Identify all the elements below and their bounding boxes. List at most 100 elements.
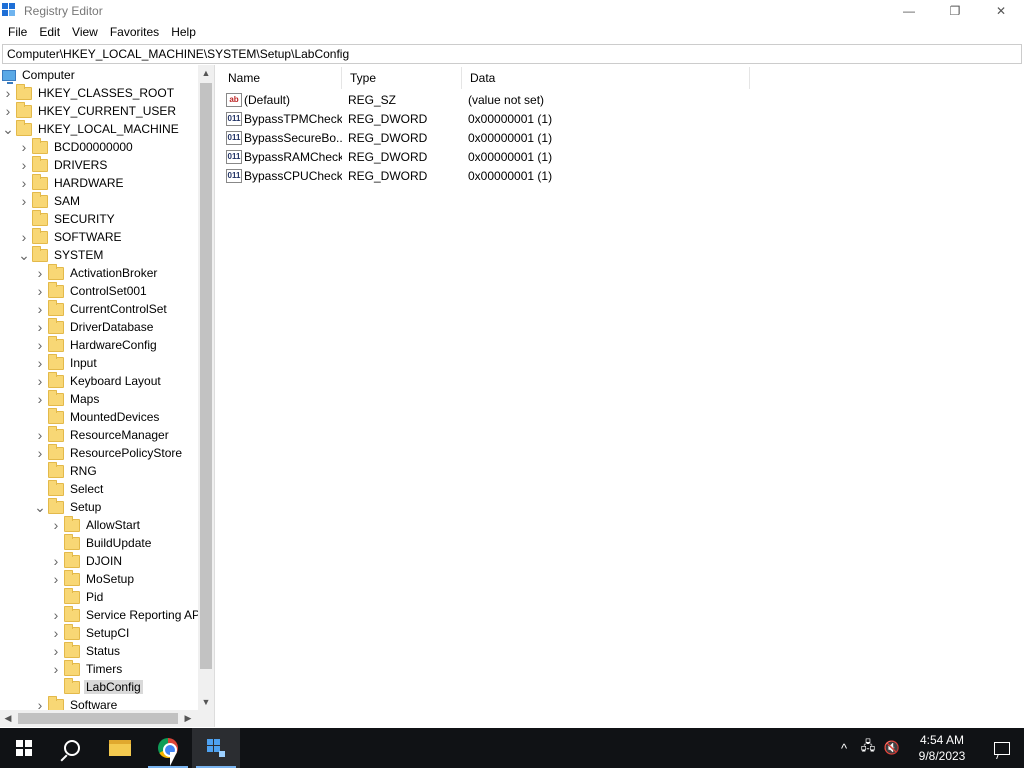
chevron-right-icon[interactable]: › — [2, 102, 14, 120]
close-button[interactable]: ✕ — [978, 0, 1024, 22]
network-icon[interactable]: 🖧 — [856, 728, 880, 768]
chevron-right-icon[interactable]: › — [18, 228, 30, 246]
file-explorer-button[interactable] — [96, 728, 144, 768]
menu-edit[interactable]: Edit — [33, 25, 66, 39]
tree-item[interactable]: LabConfig — [50, 677, 143, 696]
tree-item[interactable]: › Input — [34, 353, 99, 372]
chevron-right-icon[interactable]: › — [18, 174, 30, 192]
scroll-up-icon[interactable]: ▲ — [198, 65, 214, 81]
chevron-right-icon[interactable]: › — [34, 444, 46, 462]
tree-item[interactable]: › DriverDatabase — [34, 317, 155, 336]
column-header-name[interactable]: Name — [220, 67, 342, 89]
chevron-right-icon[interactable]: › — [2, 84, 14, 102]
chevron-right-icon[interactable]: › — [34, 390, 46, 408]
chevron-right-icon[interactable]: › — [34, 426, 46, 444]
chevron-right-icon[interactable]: › — [34, 354, 46, 372]
tree-horizontal-scrollbar[interactable]: ◀ ▶ — [0, 710, 214, 727]
chevron-right-icon[interactable]: › — [50, 624, 62, 642]
tree-item[interactable]: ⌄ Setup — [34, 497, 103, 516]
tree-item[interactable]: › ActivationBroker — [34, 263, 159, 282]
value-row[interactable]: 011 BypassRAMCheck REG_DWORD 0x00000001 (1) — [220, 147, 750, 166]
tree-item[interactable]: SECURITY — [18, 209, 117, 228]
chevron-right-icon[interactable]: › — [34, 696, 46, 710]
show-hidden-icons-icon[interactable]: ^ — [832, 728, 856, 768]
chevron-right-icon[interactable]: › — [34, 300, 46, 318]
value-row[interactable]: 011 BypassSecureBo... REG_DWORD 0x00000001 … — [220, 128, 750, 147]
tree-item[interactable]: ⌄ SYSTEM — [18, 245, 105, 264]
chevron-right-icon[interactable]: › — [18, 192, 30, 210]
chevron-right-icon[interactable]: › — [50, 642, 62, 660]
tree-item[interactable]: › DRIVERS — [18, 155, 109, 174]
tree-item[interactable]: › Maps — [34, 389, 101, 408]
notification-center-button[interactable] — [980, 728, 1024, 768]
tree-item[interactable]: BuildUpdate — [50, 533, 153, 552]
clock[interactable]: 4:54 AM 9/8/2023 — [904, 732, 980, 764]
tree-item[interactable]: › HKEY_CLASSES_ROOT — [2, 83, 176, 102]
tree-item[interactable]: › MoSetup — [50, 569, 136, 588]
tree-item[interactable]: › DJOIN — [50, 551, 124, 570]
chevron-down-icon[interactable]: ⌄ — [18, 246, 30, 264]
chevron-down-icon[interactable]: ⌄ — [34, 498, 46, 516]
chevron-right-icon[interactable]: › — [50, 660, 62, 678]
chevron-right-icon[interactable]: › — [18, 156, 30, 174]
scroll-left-icon[interactable]: ◀ — [0, 710, 16, 727]
tree-item[interactable]: › Keyboard Layout — [34, 371, 163, 390]
tree-item[interactable]: › AllowStart — [50, 515, 142, 534]
value-row[interactable]: ab (Default) REG_SZ (value not set) — [220, 90, 750, 109]
tree-item[interactable]: › HKEY_CURRENT_USER — [2, 101, 178, 120]
tree-item[interactable]: › SAM — [18, 191, 82, 210]
tree-item[interactable]: › HARDWARE — [18, 173, 126, 192]
menu-favorites[interactable]: Favorites — [104, 25, 165, 39]
maximize-button[interactable]: ❐ — [932, 0, 978, 22]
chevron-right-icon[interactable]: › — [50, 552, 62, 570]
chevron-right-icon[interactable]: › — [34, 336, 46, 354]
address-bar[interactable]: Computer\HKEY_LOCAL_MACHINE\SYSTEM\Setup… — [2, 44, 1022, 64]
tree-item[interactable]: Select — [34, 479, 105, 498]
tree-item[interactable]: › Status — [50, 641, 122, 660]
scroll-thumb[interactable] — [200, 83, 212, 669]
tree-vertical-scrollbar[interactable]: ▲ ▼ — [198, 65, 214, 710]
minimize-button[interactable]: — — [886, 0, 932, 22]
tree-item[interactable]: › Software — [34, 695, 119, 710]
chevron-right-icon[interactable]: › — [34, 264, 46, 282]
chrome-button[interactable] — [144, 728, 192, 768]
tree-item[interactable]: Computer — [0, 66, 77, 84]
chevron-right-icon[interactable]: › — [34, 318, 46, 336]
tree-item[interactable]: › Timers — [50, 659, 124, 678]
tree-item[interactable]: › ControlSet001 — [34, 281, 149, 300]
scroll-thumb-horizontal[interactable] — [18, 713, 178, 724]
tree-item[interactable]: › ResourcePolicyStore — [34, 443, 184, 462]
column-header-data[interactable]: Data — [462, 67, 750, 89]
menu-view[interactable]: View — [66, 25, 104, 39]
tree-item[interactable]: › CurrentControlSet — [34, 299, 169, 318]
volume-muted-icon[interactable]: 🔇 — [880, 728, 904, 768]
tree-item[interactable]: › ResourceManager — [34, 425, 171, 444]
scroll-right-icon[interactable]: ▶ — [180, 710, 196, 727]
value-row[interactable]: 011 BypassCPUCheck REG_DWORD 0x00000001 (1) — [220, 166, 750, 185]
chevron-right-icon[interactable]: › — [18, 138, 30, 156]
tree-item[interactable]: › SOFTWARE — [18, 227, 124, 246]
tree-item[interactable]: › HardwareConfig — [34, 335, 159, 354]
menu-file[interactable]: File — [2, 25, 33, 39]
taskbar: ^ 🖧 🔇 4:54 AM 9/8/2023 — [0, 728, 1024, 768]
chevron-right-icon[interactable]: › — [50, 606, 62, 624]
tree-item[interactable]: › Service Reporting API — [50, 605, 198, 624]
start-button[interactable] — [0, 728, 48, 768]
tree-item[interactable]: › SetupCI — [50, 623, 131, 642]
tree-item[interactable]: ⌄ HKEY_LOCAL_MACHINE — [2, 119, 181, 138]
tree-item[interactable]: RNG — [34, 461, 99, 480]
column-header-type[interactable]: Type — [342, 67, 462, 89]
chevron-down-icon[interactable]: ⌄ — [2, 120, 14, 138]
value-row[interactable]: 011 BypassTPMCheck REG_DWORD 0x00000001 (1) — [220, 109, 750, 128]
menu-help[interactable]: Help — [165, 25, 202, 39]
chevron-right-icon[interactable]: › — [34, 372, 46, 390]
chevron-right-icon[interactable]: › — [50, 570, 62, 588]
tree-item[interactable]: › BCD00000000 — [18, 137, 135, 156]
tree-item[interactable]: Pid — [50, 587, 105, 606]
scroll-down-icon[interactable]: ▼ — [198, 694, 214, 710]
search-button[interactable] — [48, 728, 96, 768]
chevron-right-icon[interactable]: › — [50, 516, 62, 534]
chevron-right-icon[interactable]: › — [34, 282, 46, 300]
tree-item[interactable]: MountedDevices — [34, 407, 161, 426]
registry-editor-taskbar-button[interactable] — [192, 728, 240, 768]
